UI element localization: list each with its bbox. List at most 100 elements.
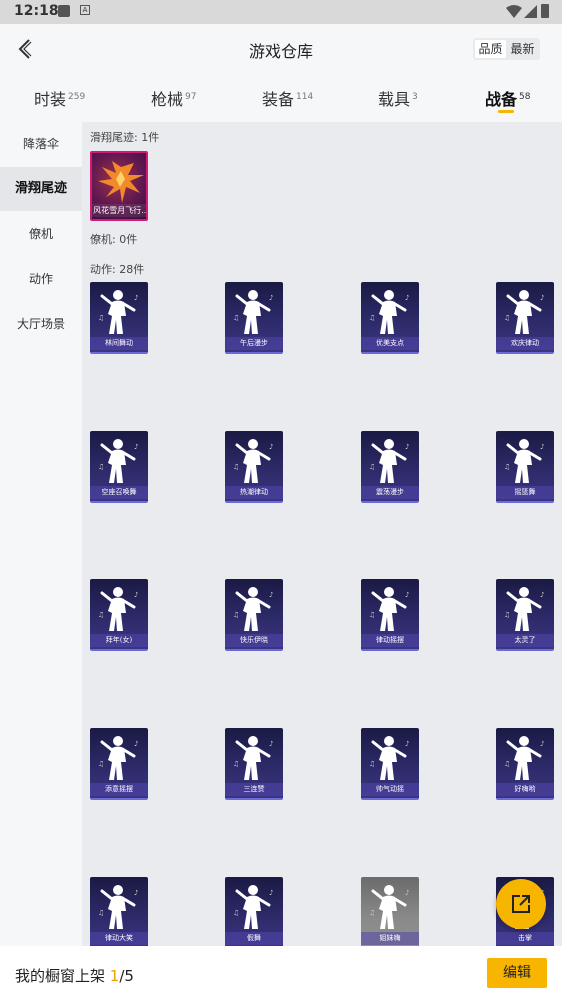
sidebar-item-lobby-scene[interactable]: 大厅场景 xyxy=(0,302,82,346)
dancer-icon: ♪♫ xyxy=(98,439,138,483)
emote-name: 午后漫步 xyxy=(225,337,283,350)
emote-name: 欢庆律动 xyxy=(496,337,554,350)
svg-text:♪: ♪ xyxy=(405,740,409,748)
emote-card[interactable]: ♪ ♫ 摇篮舞 xyxy=(496,431,554,503)
sort-newest-button[interactable]: 最新 xyxy=(507,40,538,58)
svg-text:♪: ♪ xyxy=(269,294,273,302)
header: 游戏仓库 品质 最新 xyxy=(0,24,562,74)
dancer-icon: ♪♫ xyxy=(369,885,409,929)
section-label-emotes: 动作: 28件 xyxy=(90,263,145,276)
svg-text:♪: ♪ xyxy=(134,591,138,599)
dancer-icon: ♪♫ xyxy=(504,736,544,780)
sort-toggle: 品质 最新 xyxy=(473,38,540,60)
svg-text:♫: ♫ xyxy=(369,463,375,471)
emote-name: 太灵了 xyxy=(496,634,554,647)
emote-name: 击掌 xyxy=(496,932,554,945)
emote-card[interactable]: ♪ ♫ 震荡漫步 xyxy=(361,431,419,503)
svg-text:♫: ♫ xyxy=(233,909,239,917)
dancer-icon: ♪♫ xyxy=(233,290,273,334)
tab-label: 载具 xyxy=(378,90,411,109)
dancer-icon: ♪♫ xyxy=(233,885,273,929)
dancer-icon: ♪♫ xyxy=(369,587,409,631)
sort-quality-button[interactable]: 品质 xyxy=(475,40,506,58)
svg-text:♪: ♪ xyxy=(134,889,138,897)
svg-text:♪: ♪ xyxy=(405,443,409,451)
emote-card[interactable]: ♪ ♫ 拜年(女) xyxy=(90,579,148,651)
dancer-icon: ♪♫ xyxy=(98,587,138,631)
wifi-icon xyxy=(506,5,522,18)
sidebar-item-parachute[interactable]: 降落伞 xyxy=(0,122,82,166)
emote-card[interactable]: ♪ ♫ 空座召唤舞 xyxy=(90,431,148,503)
emote-name: 帅气动摇 xyxy=(361,783,419,796)
item-name: 风花雪月飞行... xyxy=(92,204,148,217)
emote-name: 摇篮舞 xyxy=(496,486,554,499)
sidebar-item-emotes[interactable]: 动作 xyxy=(0,257,82,301)
tab-count: 58 xyxy=(519,91,531,102)
svg-text:♫: ♫ xyxy=(504,463,510,471)
emote-card[interactable]: ♪ ♫ 热潮律动 xyxy=(225,431,283,503)
emote-card[interactable]: ♪ ♫ 优美支点 xyxy=(361,282,419,354)
emote-card[interactable]: ♪ ♫ 好嗨哟 xyxy=(496,728,554,800)
emote-card[interactable]: ♪ ♫ 姐妹嗨 xyxy=(361,877,419,946)
emote-card[interactable]: ♪ ♫ 添意摇摆 xyxy=(90,728,148,800)
svg-text:♫: ♫ xyxy=(98,909,104,917)
tab-combat-gear[interactable]: 战备 58 xyxy=(485,86,530,110)
battery-icon xyxy=(541,4,549,18)
dancer-icon: ♪♫ xyxy=(504,290,544,334)
emote-card[interactable]: ♪ ♫ 律动摇摆 xyxy=(361,579,419,651)
category-tabs: 时装 259 枪械 97 装备 114 载具 3 战备 58 xyxy=(0,74,562,122)
emote-card[interactable]: ♪ ♫ 律动大笑 xyxy=(90,877,148,946)
share-button[interactable] xyxy=(496,879,546,929)
emote-card[interactable]: ♪ ♫ 林间舞动 xyxy=(90,282,148,354)
emote-name: 三连赞 xyxy=(225,783,283,796)
svg-text:♪: ♪ xyxy=(269,889,273,897)
sidebar-item-wingman[interactable]: 僚机 xyxy=(0,212,82,256)
svg-text:♫: ♫ xyxy=(369,760,375,768)
dancer-icon: ♪♫ xyxy=(369,736,409,780)
app-notification-icon: A xyxy=(80,5,90,15)
svg-text:♪: ♪ xyxy=(405,889,409,897)
dancer-icon: ♪♫ xyxy=(504,587,544,631)
svg-text:♪: ♪ xyxy=(540,443,544,451)
emote-name: 拜年(女) xyxy=(90,634,148,647)
trail-item-card[interactable]: 风花雪月飞行... xyxy=(90,151,148,221)
tab-count: 3 xyxy=(412,91,418,102)
emote-name: 姐妹嗨 xyxy=(361,932,419,945)
dancer-icon: ♪♫ xyxy=(369,290,409,334)
svg-text:♫: ♫ xyxy=(98,760,104,768)
emote-name: 优美支点 xyxy=(361,337,419,350)
emote-card[interactable]: ♪ ♫ 太灵了 xyxy=(496,579,554,651)
signal-icon xyxy=(524,5,537,18)
showcase-label: 我的橱窗上架 xyxy=(15,967,110,985)
svg-text:♫: ♫ xyxy=(369,909,375,917)
phoenix-icon xyxy=(98,161,144,203)
emote-card[interactable]: ♪ ♫ 三连赞 xyxy=(225,728,283,800)
svg-text:♪: ♪ xyxy=(134,294,138,302)
emote-name: 空座召唤舞 xyxy=(90,486,148,499)
dancer-icon: ♪♫ xyxy=(504,439,544,483)
svg-text:♪: ♪ xyxy=(134,443,138,451)
tab-vehicles[interactable]: 载具 3 xyxy=(378,86,418,110)
edit-button[interactable]: 编辑 xyxy=(487,958,547,988)
emote-name: 震荡漫步 xyxy=(361,486,419,499)
tab-label: 时装 xyxy=(34,90,67,109)
svg-text:♪: ♪ xyxy=(269,443,273,451)
tab-equipment[interactable]: 装备 114 xyxy=(262,86,313,110)
svg-text:♪: ♪ xyxy=(405,294,409,302)
emote-card[interactable]: ♪ ♫ 午后漫步 xyxy=(225,282,283,354)
svg-text:♪: ♪ xyxy=(540,294,544,302)
emote-card[interactable]: ♪ ♫ 快乐伊晓 xyxy=(225,579,283,651)
svg-text:♫: ♫ xyxy=(98,611,104,619)
tab-guns[interactable]: 枪械 97 xyxy=(151,86,196,110)
emote-card[interactable]: ♪ ♫ 帅气动摇 xyxy=(361,728,419,800)
dancer-icon: ♪♫ xyxy=(98,736,138,780)
emote-card[interactable]: ♪ ♫ 假舞 xyxy=(225,877,283,946)
dancer-icon: ♪♫ xyxy=(98,885,138,929)
emote-card[interactable]: ♪ ♫ 欢庆律动 xyxy=(496,282,554,354)
dancer-icon: ♪♫ xyxy=(233,439,273,483)
sidebar-item-glide-trail[interactable]: 滑翔尾迹 xyxy=(0,167,82,211)
svg-text:♫: ♫ xyxy=(233,314,239,322)
svg-text:♫: ♫ xyxy=(504,314,510,322)
tab-fashion[interactable]: 时装 259 xyxy=(34,86,85,110)
dancer-icon: ♪♫ xyxy=(98,290,138,334)
